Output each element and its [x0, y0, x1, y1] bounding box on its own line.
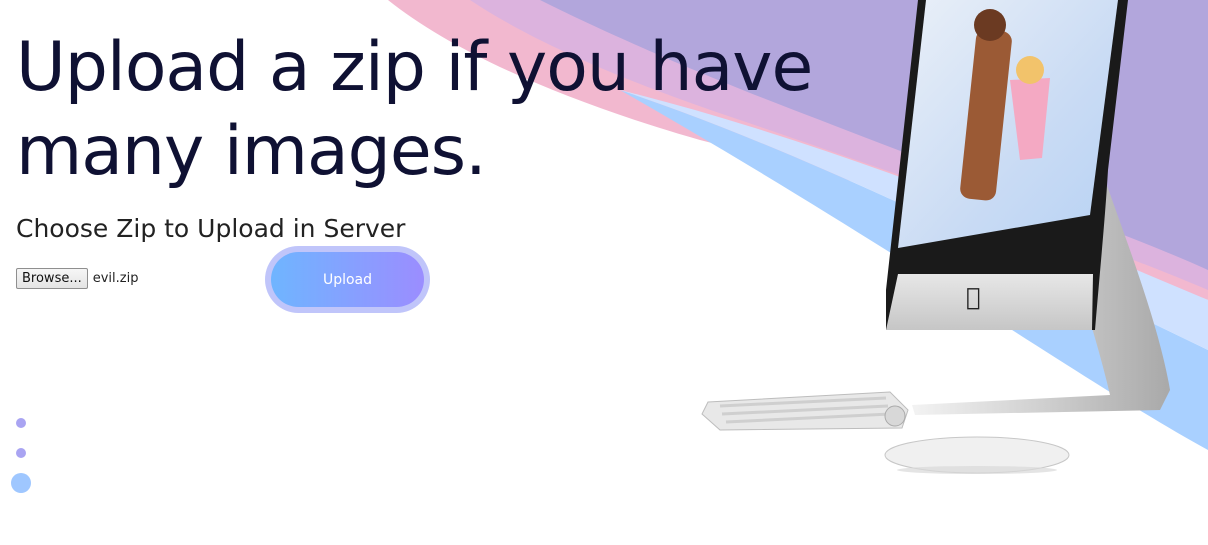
keyboard-battery-cap	[884, 405, 906, 427]
apple-logo-icon: 	[966, 283, 980, 311]
file-input-row: Browse... evil.zip	[16, 268, 138, 289]
title-line-2: many images.	[16, 112, 487, 191]
title-line-1: Upload a zip if you have	[16, 28, 813, 107]
upload-heading: Choose Zip to Upload in Server	[16, 214, 406, 243]
mouse-shadow	[897, 466, 1057, 474]
selected-file-name: evil.zip	[92, 271, 139, 286]
upload-button-halo: Upload	[265, 246, 430, 313]
monitor-chin	[886, 274, 1093, 330]
decor-dot-large	[11, 473, 31, 493]
dessert-top	[974, 9, 1006, 41]
decor-dot	[16, 418, 26, 428]
decor-dot	[16, 448, 26, 458]
popcorn	[1016, 56, 1044, 84]
browse-button[interactable]: Browse...	[16, 268, 88, 289]
upload-button[interactable]: Upload	[271, 252, 424, 307]
page-title: Upload a zip if you have many images.	[16, 26, 813, 194]
